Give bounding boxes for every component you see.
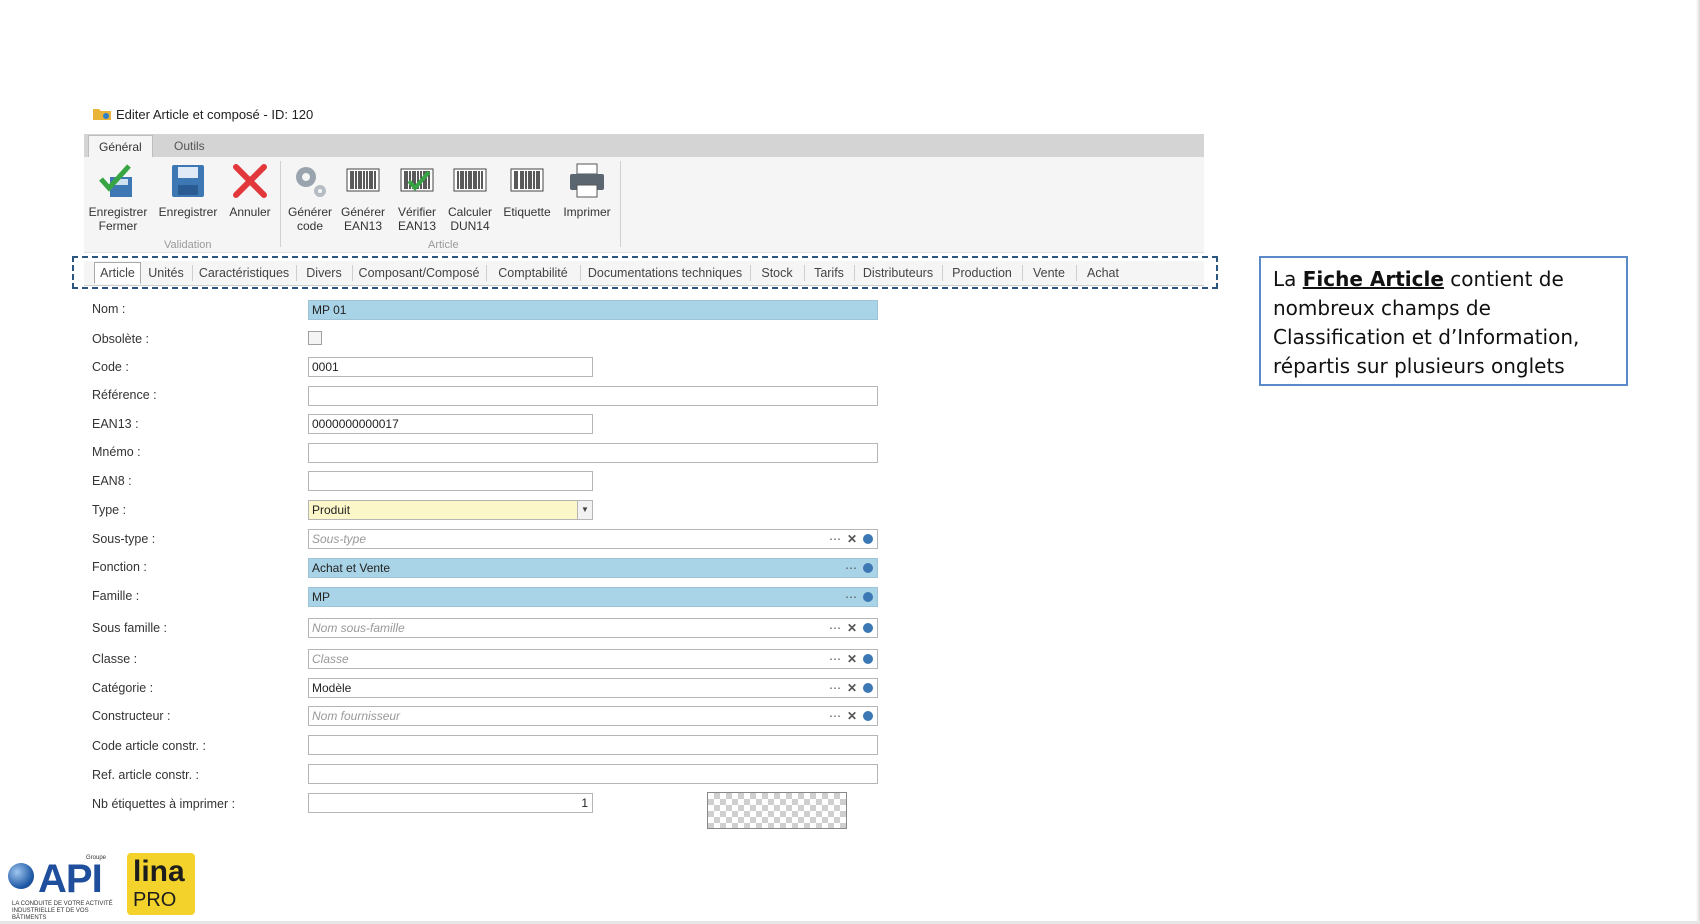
open-icon[interactable] <box>863 533 873 544</box>
ref-article-constr-field[interactable] <box>308 764 878 784</box>
nom-label: Nom : <box>92 302 126 316</box>
ean8-label: EAN8 : <box>92 474 132 488</box>
constructeur-placeholder: Nom fournisseur <box>312 709 401 723</box>
constructeur-field[interactable]: Nom fournisseur ⋯ ✕ <box>308 706 878 726</box>
slide-edge <box>1696 0 1700 924</box>
code-article-constr-label: Code article constr. : <box>92 739 206 753</box>
more-icon[interactable]: ⋯ <box>829 619 841 637</box>
ean13-field[interactable]: 0000000000017 <box>308 414 593 434</box>
code-label: Code : <box>92 360 129 374</box>
categorie-value: Modèle <box>312 681 352 695</box>
obsolete-label: Obsolète : <box>92 332 149 346</box>
api-logo: API Groupe LA CONDUITE DE VOTRE ACTIVITÉ… <box>4 855 124 921</box>
open-icon[interactable] <box>863 682 873 693</box>
api-logo-tagline: LA CONDUITE DE VOTRE ACTIVITÉ INDUSTRIEL… <box>12 901 113 921</box>
classe-placeholder: Classe <box>312 652 349 666</box>
lina-pro-logo: lina PRO <box>127 853 195 915</box>
more-icon[interactable]: ⋯ <box>829 707 841 725</box>
code-article-constr-field[interactable] <box>308 735 878 755</box>
constructeur-label: Constructeur : <box>92 709 171 723</box>
famille-value: MP <box>312 590 330 604</box>
tabs-highlight-box <box>72 256 1218 289</box>
field-controls: ⋯ <box>839 588 873 606</box>
open-icon[interactable] <box>863 562 873 573</box>
api-logo-globe-icon <box>8 863 34 889</box>
lina-logo-word: lina <box>133 855 185 888</box>
more-icon[interactable]: ⋯ <box>829 530 841 548</box>
sous-famille-field[interactable]: Nom sous-famille ⋯ ✕ <box>308 618 878 638</box>
clear-icon[interactable]: ✕ <box>847 707 857 725</box>
open-icon[interactable] <box>863 710 873 721</box>
sous-type-label: Sous-type : <box>92 532 156 546</box>
clear-icon[interactable]: ✕ <box>847 650 857 668</box>
field-controls: ⋯ ✕ <box>823 650 873 668</box>
callout-bold: Fiche Article <box>1302 267 1444 291</box>
api-logo-word: API <box>38 857 103 901</box>
mnemo-field[interactable] <box>308 443 878 463</box>
sous-type-placeholder: Sous-type <box>312 532 367 546</box>
field-controls: ⋯ ✕ <box>823 707 873 725</box>
fonction-field[interactable]: Achat et Vente ⋯ <box>308 558 878 578</box>
open-icon[interactable] <box>863 622 873 633</box>
reference-label: Référence : <box>92 388 157 402</box>
more-icon[interactable]: ⋯ <box>829 679 841 697</box>
famille-label: Famille : <box>92 589 140 603</box>
open-icon[interactable] <box>863 591 873 602</box>
famille-field[interactable]: MP ⋯ <box>308 587 878 607</box>
classe-label: Classe : <box>92 652 138 666</box>
open-icon[interactable] <box>863 653 873 664</box>
api-logo-groupe: Groupe <box>86 855 107 861</box>
type-value: Produit <box>312 503 351 517</box>
fonction-value: Achat et Vente <box>312 561 391 575</box>
article-form: Nom : MP 01 Obsolète : Code : 0001 Référ… <box>84 0 1204 924</box>
callout-prefix: La <box>1273 267 1303 291</box>
sous-type-field[interactable]: Sous-type ⋯ ✕ <box>308 529 878 549</box>
clear-icon[interactable]: ✕ <box>847 679 857 697</box>
type-label: Type : <box>92 503 127 517</box>
field-controls: ⋯ ✕ <box>823 530 873 548</box>
field-controls: ⋯ <box>839 559 873 577</box>
chevron-down-icon[interactable]: ▼ <box>577 501 592 519</box>
sous-famille-placeholder: Nom sous-famille <box>312 621 405 635</box>
clear-icon[interactable]: ✕ <box>847 619 857 637</box>
ean8-field[interactable] <box>308 471 593 491</box>
nb-etiquettes-field[interactable]: 1 <box>308 793 593 813</box>
reference-field[interactable] <box>308 386 878 406</box>
field-controls: ⋯ ✕ <box>823 679 873 697</box>
lina-logo-pro: PRO <box>133 889 177 911</box>
more-icon[interactable]: ⋯ <box>829 650 841 668</box>
categorie-label: Catégorie : <box>92 681 154 695</box>
fonction-label: Fonction : <box>92 560 147 574</box>
mnemo-label: Mnémo : <box>92 445 141 459</box>
ref-article-constr-label: Ref. article constr. : <box>92 768 199 782</box>
categorie-field[interactable]: Modèle ⋯ ✕ <box>308 678 878 698</box>
nb-etiquettes-label: Nb étiquettes à imprimer : <box>92 797 236 811</box>
classe-field[interactable]: Classe ⋯ ✕ <box>308 649 878 669</box>
more-icon[interactable]: ⋯ <box>845 559 857 577</box>
image-placeholder <box>707 792 847 829</box>
more-icon[interactable]: ⋯ <box>845 588 857 606</box>
nom-field[interactable]: MP 01 <box>308 300 878 320</box>
obsolete-checkbox[interactable] <box>308 331 322 345</box>
sous-famille-label: Sous famille : <box>92 621 168 635</box>
ean13-label: EAN13 : <box>92 417 139 431</box>
code-field[interactable]: 0001 <box>308 357 593 377</box>
callout-box: La Fiche Article contient de nombreux ch… <box>1259 256 1628 386</box>
clear-icon[interactable]: ✕ <box>847 530 857 548</box>
type-select[interactable]: Produit ▼ <box>308 500 593 520</box>
field-controls: ⋯ ✕ <box>823 619 873 637</box>
